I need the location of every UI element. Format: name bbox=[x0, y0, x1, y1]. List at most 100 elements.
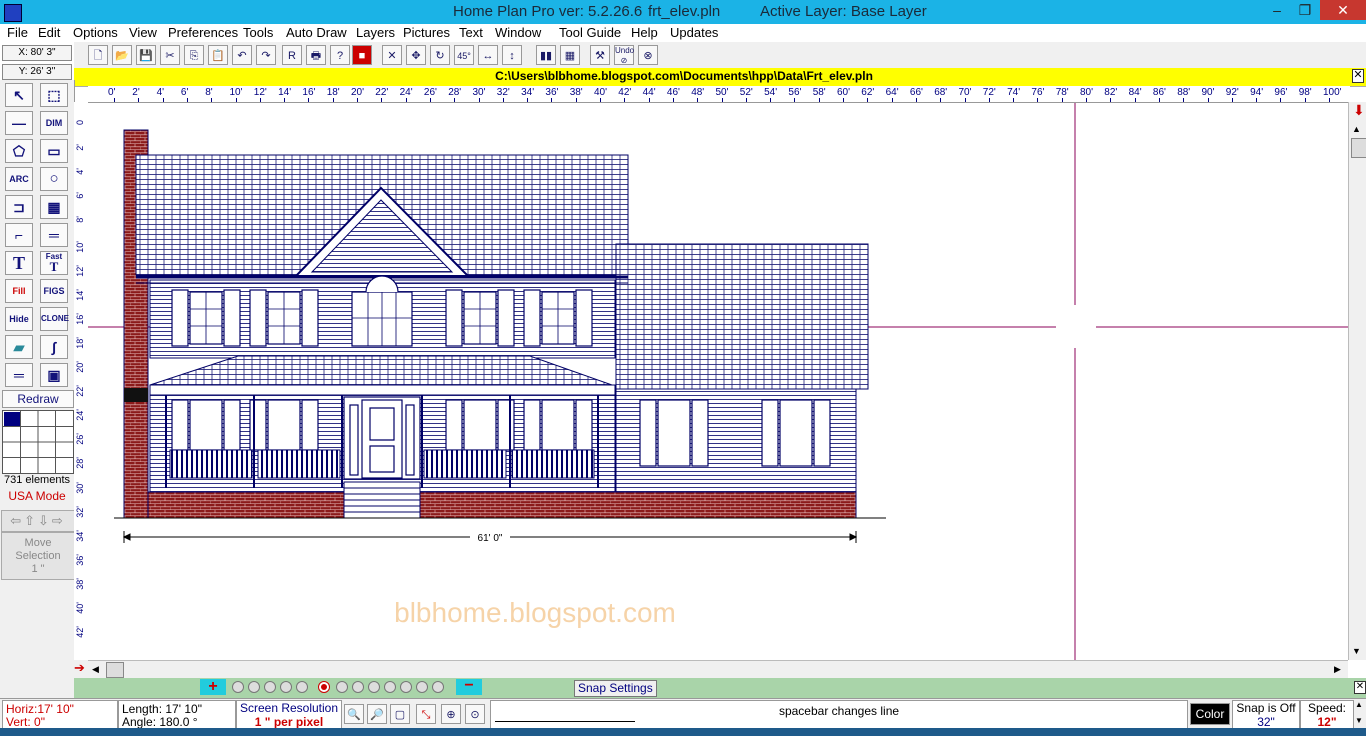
figs-tool[interactable]: FIGS bbox=[40, 279, 68, 303]
hide-tool[interactable]: Hide bbox=[5, 307, 33, 331]
open-folder-icon[interactable]: 📂 bbox=[112, 45, 132, 65]
layer-dot-7[interactable] bbox=[336, 681, 348, 693]
fast-text-tool[interactable]: Fast T bbox=[40, 251, 68, 275]
menu-edit[interactable]: Edit bbox=[38, 25, 60, 40]
scroll-right-icon[interactable]: ▶ bbox=[1334, 664, 1341, 675]
house-elevation-drawing[interactable]: 61' 0" blbhome.blogspot.com bbox=[88, 103, 1348, 660]
menu-text[interactable]: Text bbox=[459, 25, 483, 40]
menu-file[interactable]: File bbox=[7, 25, 28, 40]
stretch-vertical-icon[interactable]: ↕ bbox=[502, 45, 522, 65]
speed-control[interactable]: Speed: 12" bbox=[1300, 700, 1354, 729]
redraw-button[interactable]: Redraw bbox=[2, 390, 74, 408]
layer-dot-13[interactable] bbox=[432, 681, 444, 693]
layer-dot-2[interactable] bbox=[248, 681, 260, 693]
parallel-lines-icon[interactable]: ═ bbox=[5, 363, 33, 387]
zoom-extents-icon[interactable]: ⤡ bbox=[416, 704, 436, 724]
rotate-r-icon[interactable]: R bbox=[282, 45, 302, 65]
menu-tool-guide[interactable]: Tool Guide bbox=[559, 25, 621, 40]
copy-icon[interactable]: ⎘ bbox=[184, 45, 204, 65]
zoom-in-icon[interactable]: 🔍 bbox=[344, 704, 364, 724]
menu-layers[interactable]: Layers bbox=[356, 25, 395, 40]
snap-toggle[interactable]: Snap is Off 32" bbox=[1232, 700, 1300, 729]
undo-button[interactable]: Undo ⊘ bbox=[614, 45, 634, 65]
move-icon[interactable]: ✥ bbox=[406, 45, 426, 65]
layer-dot-11[interactable] bbox=[400, 681, 412, 693]
zoom-fit-icon[interactable]: ⊗ bbox=[638, 45, 658, 65]
door-tool-icon[interactable]: ⌐ bbox=[5, 223, 33, 247]
menu-auto-draw[interactable]: Auto Draw bbox=[286, 25, 347, 40]
speed-stepper-icon[interactable]: ▲ ▼ bbox=[1355, 701, 1363, 725]
new-file-icon[interactable]: 🗋 bbox=[88, 45, 108, 65]
add-layer-plus-icon[interactable]: + bbox=[200, 679, 226, 695]
layer-dot-1[interactable] bbox=[232, 681, 244, 693]
zoom-all-icon[interactable]: ⊕ bbox=[441, 704, 461, 724]
wall-tool-icon[interactable]: ⊐ bbox=[5, 195, 33, 219]
horizontal-scroll-thumb[interactable] bbox=[106, 662, 124, 678]
scroll-up-icon[interactable]: ▲ bbox=[1352, 124, 1361, 134]
cut-icon[interactable]: ✂ bbox=[160, 45, 180, 65]
circle-tool-icon[interactable]: ○ bbox=[40, 167, 68, 191]
app-icon[interactable] bbox=[4, 4, 22, 22]
snap-settings-button[interactable]: Snap Settings bbox=[574, 680, 657, 697]
line-tool-icon[interactable]: — bbox=[5, 111, 33, 135]
select-area-icon[interactable]: ⬚ bbox=[40, 83, 68, 107]
fill-tool[interactable]: Fill bbox=[5, 279, 33, 303]
layer-dot-9[interactable] bbox=[368, 681, 380, 693]
scroll-left-icon[interactable]: ◀ bbox=[92, 664, 99, 675]
curve-tool-icon[interactable]: ∫ bbox=[40, 335, 68, 359]
frame-tool-icon[interactable]: ▣ bbox=[40, 363, 68, 387]
text-tool-icon[interactable]: T bbox=[5, 251, 33, 275]
redo-arrow-icon[interactable]: ↷ bbox=[256, 45, 276, 65]
horizontal-scrollbar[interactable]: ◀ ▶ bbox=[88, 660, 1348, 679]
menu-updates[interactable]: Updates bbox=[670, 25, 718, 40]
menu-tools[interactable]: Tools bbox=[243, 25, 273, 40]
print-icon[interactable]: 🖶 bbox=[306, 45, 326, 65]
save-icon[interactable]: 💾 bbox=[136, 45, 156, 65]
zoom-window-icon[interactable]: ▢ bbox=[390, 704, 410, 724]
maximize-icon[interactable]: ❐ bbox=[1290, 0, 1320, 20]
undo-arrow-icon[interactable]: ↶ bbox=[232, 45, 252, 65]
minimize-icon[interactable]: – bbox=[1262, 0, 1292, 20]
bars-icon[interactable]: ▮▮ bbox=[536, 45, 556, 65]
vertical-scroll-thumb[interactable] bbox=[1351, 138, 1366, 158]
rotate-icon[interactable]: ↻ bbox=[430, 45, 450, 65]
help-question-icon[interactable]: ? bbox=[330, 45, 350, 65]
tools-icon[interactable]: ⚒ bbox=[590, 45, 610, 65]
polygon-tool-icon[interactable]: ⬠ bbox=[5, 139, 33, 163]
menu-help[interactable]: Help bbox=[631, 25, 658, 40]
zoom-out-icon[interactable]: 🔎 bbox=[367, 704, 387, 724]
zoom-previous-icon[interactable]: ⊙ bbox=[465, 704, 485, 724]
remove-layer-minus-icon[interactable]: − bbox=[456, 678, 482, 695]
move-arrows[interactable]: ⇦⇧⇩⇨ bbox=[1, 510, 75, 532]
menu-options[interactable]: Options bbox=[73, 25, 118, 40]
layer-dot-12[interactable] bbox=[416, 681, 428, 693]
menu-view[interactable]: View bbox=[129, 25, 157, 40]
layer-dot-10[interactable] bbox=[384, 681, 396, 693]
layer-dot-8[interactable] bbox=[352, 681, 364, 693]
clone-tool[interactable]: CLONE bbox=[40, 307, 69, 331]
vertical-scrollbar[interactable]: ⬇ ▲ ▼ bbox=[1348, 102, 1366, 660]
layer-dot-active[interactable] bbox=[318, 681, 330, 693]
pointer-icon[interactable]: ↖ bbox=[5, 83, 33, 107]
paste-icon[interactable]: 📋 bbox=[208, 45, 228, 65]
color-button[interactable]: Color bbox=[1190, 703, 1230, 725]
rotate-45-icon[interactable]: 45° bbox=[454, 45, 474, 65]
close-icon[interactable]: ✕ bbox=[1320, 0, 1366, 20]
delete-x-icon[interactable]: ✕ bbox=[382, 45, 402, 65]
menu-pictures[interactable]: Pictures bbox=[403, 25, 450, 40]
layer-dot-3[interactable] bbox=[264, 681, 276, 693]
color-swatch-icon[interactable]: ■ bbox=[352, 45, 372, 65]
menu-window[interactable]: Window bbox=[495, 25, 541, 40]
menu-preferences[interactable]: Preferences bbox=[168, 25, 238, 40]
stretch-horizontal-icon[interactable]: ↔ bbox=[478, 45, 498, 65]
layer-dot-4[interactable] bbox=[280, 681, 292, 693]
window-grid-icon[interactable]: ▦ bbox=[40, 195, 68, 219]
layer-dot-5[interactable] bbox=[296, 681, 308, 693]
usa-mode-toggle[interactable]: USA Mode bbox=[2, 489, 72, 503]
picture-tool-icon[interactable]: ▰ bbox=[5, 335, 33, 359]
arc-tool[interactable]: ARC bbox=[5, 167, 33, 191]
close-strip-icon[interactable]: ✕ bbox=[1354, 681, 1366, 694]
close-path-icon[interactable]: ✕ bbox=[1352, 69, 1364, 83]
scroll-down-icon[interactable]: ▼ bbox=[1352, 646, 1361, 656]
double-line-icon[interactable]: ═ bbox=[40, 223, 68, 247]
